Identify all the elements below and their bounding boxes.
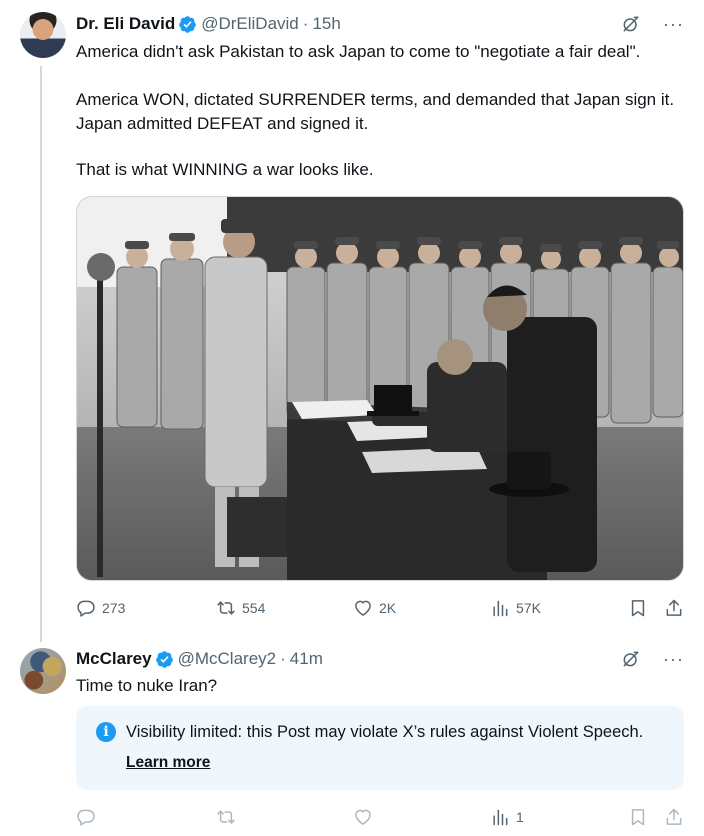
views-icon [493, 809, 508, 826]
more-icon[interactable]: ··· [663, 15, 684, 33]
tweet-text-line: That is what WINNING a war looks like. [76, 160, 374, 179]
tweet-header: McClarey @McClarey2 · 41m ··· [76, 647, 684, 671]
timestamp[interactable]: 15h [312, 14, 340, 34]
reply-button[interactable] [76, 805, 96, 829]
grok-icon[interactable] [621, 649, 641, 669]
timestamp[interactable]: 41m [290, 649, 323, 669]
avatar[interactable] [20, 12, 66, 58]
bookmark-button[interactable] [628, 596, 648, 620]
author-name[interactable]: McClarey [76, 649, 152, 669]
separator-dot: · [280, 649, 286, 668]
bookmark-icon [631, 600, 645, 617]
repost-count: 554 [242, 600, 266, 616]
tweet-photo[interactable] [76, 196, 684, 581]
grok-icon[interactable] [621, 14, 641, 34]
avatar[interactable] [20, 648, 66, 694]
notice-message: Visibility limited: this Post may violat… [126, 723, 644, 741]
views-count: 57K [516, 600, 541, 616]
tweet-header: Dr. Eli David @DrEliDavid · 15h ··· [76, 12, 684, 36]
views-button[interactable]: 57K [490, 596, 541, 620]
surrender-signing-photo [77, 197, 683, 580]
reply-icon [77, 809, 95, 826]
reply-button[interactable]: 273 [76, 596, 125, 620]
info-icon: i [96, 722, 116, 742]
tweet-text-line: America WON, dictated SURRENDER terms, a… [76, 90, 675, 133]
views-count: 1 [516, 809, 524, 825]
repost-icon [217, 601, 235, 615]
bookmark-icon [631, 809, 645, 826]
tweet-actions: 1 [76, 805, 686, 829]
share-icon [666, 808, 682, 825]
separator-dot: · [302, 14, 309, 33]
tweet-eli-david[interactable]: Dr. Eli David @DrEliDavid · 15h ··· Amer… [0, 0, 704, 642]
repost-button[interactable]: 554 [216, 596, 265, 620]
share-button[interactable] [664, 805, 684, 829]
verified-badge-icon[interactable] [178, 15, 197, 34]
tweet-actions: 273 554 2K 57K [76, 596, 686, 620]
author-handle[interactable]: @McClarey2 [178, 649, 277, 669]
reply-count: 273 [102, 600, 126, 616]
like-icon [355, 809, 371, 825]
reply-icon [77, 600, 95, 617]
like-button[interactable] [353, 805, 373, 829]
share-icon [666, 599, 682, 616]
author-name[interactable]: Dr. Eli David [76, 14, 175, 34]
more-icon[interactable]: ··· [663, 650, 684, 668]
verified-badge-icon[interactable] [155, 650, 174, 669]
views-icon [493, 600, 508, 617]
thread-connector-line [40, 66, 42, 642]
tweet-text: Time to nuke Iran? [76, 676, 218, 695]
tweet-text-line: America didn't ask Pakistan to ask Japan… [76, 42, 641, 61]
visibility-notice: i Visibility limited: this Post may viol… [76, 706, 684, 790]
bookmark-button[interactable] [628, 805, 648, 829]
author-handle[interactable]: @DrEliDavid [201, 14, 299, 34]
like-count: 2K [379, 600, 397, 616]
repost-icon [217, 810, 235, 824]
like-button[interactable]: 2K [353, 596, 396, 620]
share-button[interactable] [664, 596, 684, 620]
repost-button[interactable] [216, 805, 236, 829]
learn-more-link[interactable]: Learn more [126, 752, 210, 774]
views-button[interactable]: 1 [490, 805, 524, 829]
like-icon [355, 600, 371, 616]
